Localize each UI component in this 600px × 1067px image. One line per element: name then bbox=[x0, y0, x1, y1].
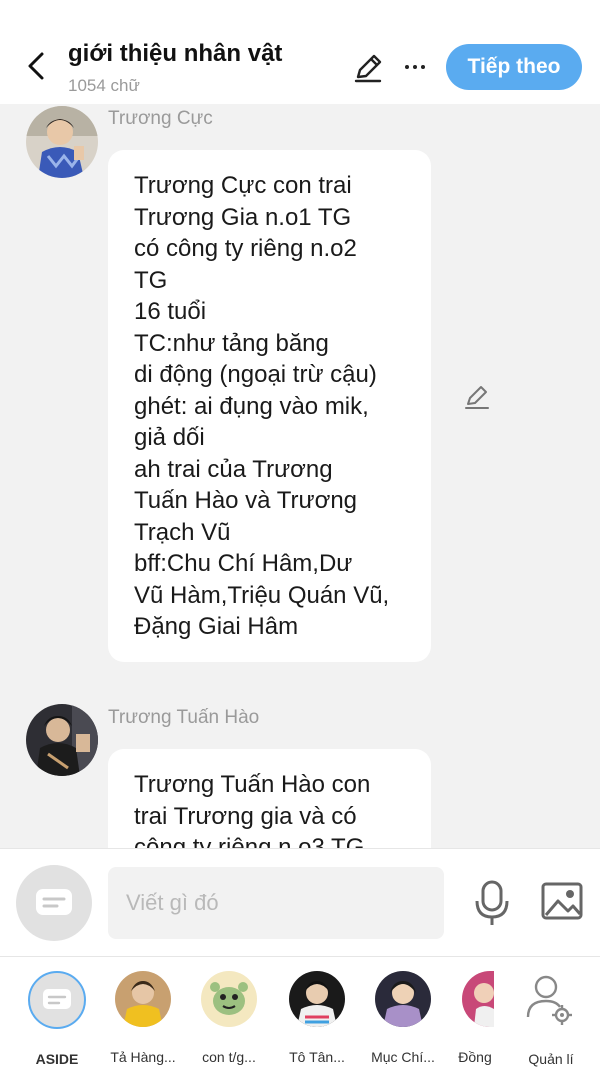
attach-image-button[interactable] bbox=[540, 881, 584, 921]
aside-toggle-button[interactable] bbox=[16, 865, 92, 941]
edit-title-button[interactable] bbox=[350, 50, 386, 86]
user-gear-icon bbox=[526, 975, 572, 1025]
pencil-icon bbox=[465, 386, 489, 409]
message-input[interactable] bbox=[108, 867, 444, 939]
chat-area[interactable]: Trương Cực Trương Cực con trai Trương Gi… bbox=[0, 104, 600, 848]
more-options-button[interactable] bbox=[398, 50, 432, 84]
character-label: ASIDE bbox=[35, 1051, 79, 1067]
avatar bbox=[201, 971, 257, 1027]
avatar[interactable] bbox=[26, 106, 98, 178]
manage-label: Quản lí bbox=[528, 1051, 574, 1067]
top-bar: giới thiệu nhân vật 1054 chữ Tiếp theo bbox=[0, 0, 600, 104]
message-text: Trương Cực con trai Trương Gia n.o1 TG c… bbox=[134, 172, 390, 640]
character-label: Tô Tân... bbox=[289, 1049, 345, 1065]
voice-input-button[interactable] bbox=[470, 879, 514, 927]
more-dots-icon bbox=[405, 65, 409, 69]
app: giới thiệu nhân vật 1054 chữ Tiếp theo T… bbox=[0, 0, 600, 1067]
chat-bubble-icon bbox=[43, 989, 71, 1009]
message-text: Trương Tuấn Hào con trai Trương gia và c… bbox=[134, 771, 371, 848]
chevron-left-icon bbox=[28, 52, 44, 80]
avatar bbox=[115, 971, 171, 1027]
character-bar: ASIDE Tả Hàng... con t/g... Tô Tân... Mụ… bbox=[0, 956, 600, 1067]
character-item[interactable]: Tô Tân... bbox=[274, 969, 360, 1065]
character-label: Đồng bbox=[458, 1049, 492, 1065]
word-count: 1054 chữ bbox=[68, 76, 140, 95]
microphone-icon bbox=[475, 880, 509, 925]
message-bubble[interactable]: Trương Tuấn Hào con trai Trương gia và c… bbox=[108, 749, 431, 848]
image-icon bbox=[541, 882, 583, 920]
avatar bbox=[462, 971, 494, 1027]
character-item[interactable]: Tả Hàng... bbox=[100, 969, 186, 1065]
avatar bbox=[375, 971, 431, 1027]
pencil-icon bbox=[354, 54, 382, 83]
avatar bbox=[289, 971, 345, 1027]
manage-characters-button[interactable]: Quản lí bbox=[518, 971, 584, 1067]
next-button[interactable]: Tiếp theo bbox=[446, 44, 582, 90]
avatar[interactable] bbox=[26, 704, 98, 776]
page-title: giới thiệu nhân vật bbox=[68, 40, 283, 67]
character-aside[interactable] bbox=[28, 971, 86, 1029]
back-button[interactable] bbox=[18, 48, 54, 84]
character-item[interactable]: Đồng bbox=[432, 969, 518, 1065]
message-bubble[interactable]: Trương Cực con trai Trương Gia n.o1 TG c… bbox=[108, 150, 431, 662]
edit-message-button[interactable] bbox=[462, 382, 492, 412]
sender-name: Trương Tuấn Hào bbox=[108, 707, 260, 728]
character-item[interactable]: con t/g... bbox=[186, 969, 272, 1065]
composer-bar bbox=[0, 848, 600, 956]
chat-bubble-icon bbox=[36, 889, 72, 915]
character-label: con t/g... bbox=[202, 1049, 256, 1065]
character-label: Tả Hàng... bbox=[110, 1049, 176, 1065]
sender-name: Trương Cực bbox=[108, 108, 213, 129]
